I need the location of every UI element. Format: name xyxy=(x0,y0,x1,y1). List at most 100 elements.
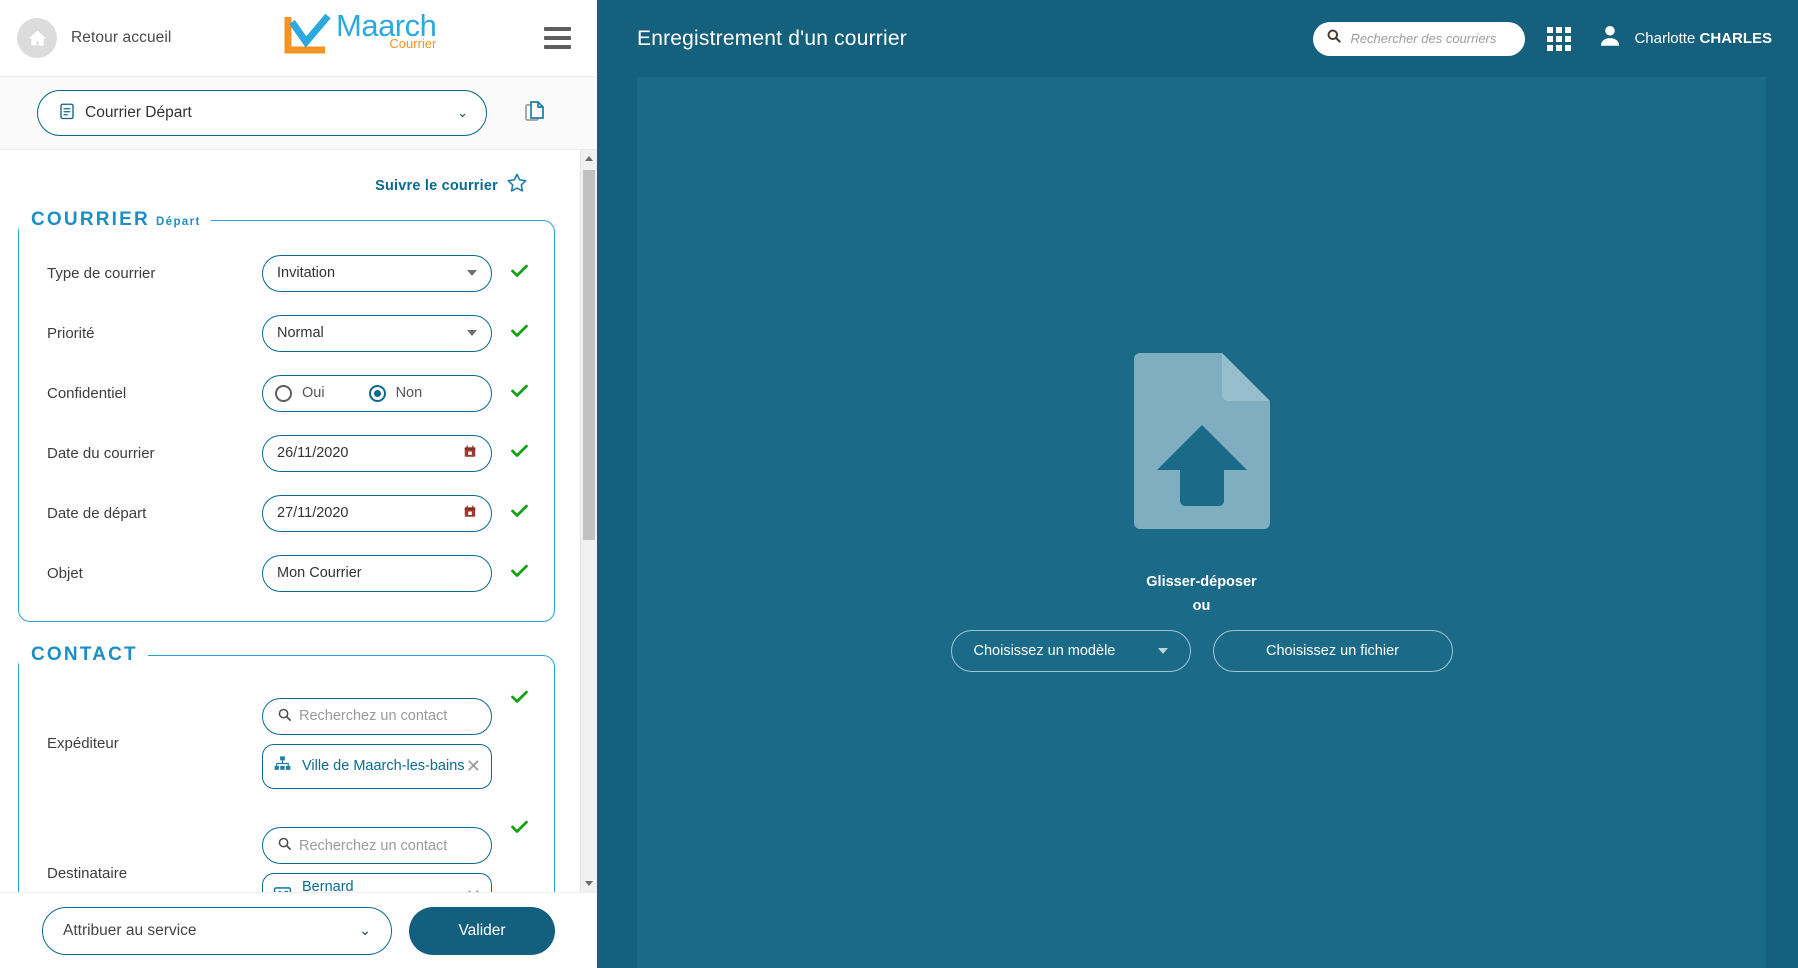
search-placeholder: Rechercher des courriers xyxy=(1350,31,1497,46)
home-button[interactable] xyxy=(17,18,57,58)
close-icon[interactable]: ✕ xyxy=(466,886,481,893)
valid-check-icon xyxy=(509,440,531,466)
search-placeholder: Recherchez un contact xyxy=(299,837,448,854)
chip-label: Ville de Maarch-les-bains xyxy=(302,757,465,774)
user-menu[interactable]: Charlotte CHARLES xyxy=(1597,23,1772,54)
document-panel: Glisser-déposer ou Choisissez un modèle … xyxy=(637,77,1766,968)
valid-check-icon xyxy=(509,560,531,586)
clipboard-list-icon xyxy=(58,102,76,125)
close-icon[interactable]: ✕ xyxy=(466,756,481,777)
field-label: Date du courrier xyxy=(47,444,155,462)
field-priorite: Priorité Normal xyxy=(19,303,544,363)
home-icon xyxy=(27,28,48,49)
attribuer-au-service-select[interactable]: Attribuer au service ⌄ xyxy=(42,906,392,955)
field-label: Confidentiel xyxy=(47,384,127,402)
apps-grid-icon[interactable] xyxy=(1547,26,1572,51)
destinataire-chip[interactable]: Bernard PASCONTENT ✕ xyxy=(262,873,492,892)
left-panel: Retour accueil Maarch Courrier Courrier … xyxy=(0,0,597,968)
valid-check-icon xyxy=(509,500,531,526)
choose-file-button[interactable]: Choisissez un fichier xyxy=(1212,630,1453,672)
scroll-down-arrow[interactable] xyxy=(581,875,597,892)
calendar-icon[interactable] xyxy=(463,504,477,522)
destinataire-search-input[interactable]: Recherchez un contact xyxy=(262,827,492,865)
drop-zone-buttons: Choisissez un modèle Choisissez un fichi… xyxy=(950,630,1453,672)
courrier-type-row: Courrier Départ ⌄ xyxy=(0,77,597,150)
hamburger-menu-icon[interactable] xyxy=(544,27,571,49)
maarch-logo-text: Maarch Courrier xyxy=(336,10,437,50)
section-courrier: COURRIER Départ Type de courrier Invitati… xyxy=(18,209,555,622)
radio-label: Oui xyxy=(302,385,325,401)
field-value: 27/11/2020 xyxy=(277,505,349,521)
field-value: 26/11/2020 xyxy=(277,445,349,461)
chip-label: Bernard PASCONTENT xyxy=(302,879,354,892)
courrier-type-value: Courrier Départ xyxy=(85,104,192,121)
search-icon xyxy=(1326,28,1342,49)
app-root: Retour accueil Maarch Courrier Courrier … xyxy=(0,0,1798,968)
valid-check-icon xyxy=(509,260,531,286)
maarch-logo: Maarch Courrier xyxy=(284,10,437,57)
expediteur-chip[interactable]: Ville de Maarch-les-bains ✕ xyxy=(262,743,492,789)
right-header: Enregistrement d'un courrier Rechercher … xyxy=(597,0,1798,77)
valider-button[interactable]: Valider xyxy=(409,906,555,955)
right-panel: Enregistrement d'un courrier Rechercher … xyxy=(597,0,1798,968)
date-du-courrier-input[interactable]: 26/11/2020 xyxy=(262,434,492,472)
courrier-type-select[interactable]: Courrier Départ ⌄ xyxy=(37,90,487,136)
section-contact: CONTACT Expéditeur Recherchez un contact xyxy=(18,644,555,892)
radio-option-oui[interactable]: Oui xyxy=(275,384,325,402)
user-last-name: CHARLES xyxy=(1699,30,1772,47)
choose-model-label: Choisissez un modèle xyxy=(973,643,1116,659)
search-icon xyxy=(277,707,292,726)
field-label: Date de départ xyxy=(47,504,147,522)
global-search-input[interactable]: Rechercher des courriers xyxy=(1313,21,1526,56)
field-expediteur: Expéditeur Recherchez un contact Ville d… xyxy=(19,678,544,808)
field-date-de-depart: Date de départ 27/11/2020 xyxy=(19,483,544,543)
priorite-select[interactable]: Normal xyxy=(262,314,492,352)
field-label: Expéditeur xyxy=(47,734,119,752)
scroll-up-arrow[interactable] xyxy=(581,150,597,167)
maarch-logo-mark xyxy=(284,13,331,54)
field-type-de-courrier: Type de courrier Invitation xyxy=(19,243,544,303)
service-label: Attribuer au service xyxy=(63,921,197,939)
scrollbar-thumb[interactable] xyxy=(583,170,595,540)
form-scroll-area: Suivre le courrier COURRIER Départ Type d… xyxy=(0,150,597,892)
objet-input[interactable]: Mon Courrier xyxy=(262,554,492,592)
field-objet: Objet Mon Courrier xyxy=(19,543,544,603)
follow-label: Suivre le courrier xyxy=(375,177,498,194)
follow-courrier-row[interactable]: Suivre le courrier xyxy=(18,160,555,203)
field-date-du-courrier: Date du courrier 26/11/2020 xyxy=(19,423,544,483)
search-icon xyxy=(277,836,292,855)
type-de-courrier-select[interactable]: Invitation xyxy=(262,254,492,292)
field-confidentiel: Confidentiel Oui Non xyxy=(19,363,544,423)
left-bottom-bar: Attribuer au service ⌄ Valider xyxy=(0,892,597,968)
caret-down-icon xyxy=(1157,648,1168,654)
page-title: Enregistrement d'un courrier xyxy=(637,26,907,50)
field-value: Invitation xyxy=(277,265,336,281)
field-label: Type de courrier xyxy=(47,264,156,282)
radio-label: Non xyxy=(395,385,423,401)
organization-icon xyxy=(273,754,295,778)
radio-option-non[interactable]: Non xyxy=(368,384,423,402)
form-scrollbar[interactable] xyxy=(580,150,597,892)
valid-check-icon xyxy=(509,816,531,842)
expediteur-search-input[interactable]: Recherchez un contact xyxy=(262,697,492,735)
file-drop-zone[interactable]: Glisser-déposer ou Choisissez un modèle … xyxy=(637,77,1766,968)
search-placeholder: Recherchez un contact xyxy=(299,708,448,724)
copy-documents-icon[interactable] xyxy=(523,99,547,128)
star-outline-icon[interactable] xyxy=(506,172,528,199)
confidentiel-radio-group[interactable]: Oui Non xyxy=(262,374,492,412)
caret-down-icon xyxy=(467,330,477,336)
valid-check-icon xyxy=(509,380,531,406)
radio-dot-on xyxy=(368,384,386,402)
valid-check-icon xyxy=(509,320,531,346)
date-de-depart-input[interactable]: 27/11/2020 xyxy=(262,494,492,532)
user-first-name: Charlotte xyxy=(1634,30,1696,47)
calendar-icon[interactable] xyxy=(463,444,477,462)
section-contact-legend: CONTACT xyxy=(31,644,138,665)
field-label: Destinataire xyxy=(47,864,128,882)
field-destinataire: Destinataire Recherchez un contact Berna… xyxy=(19,808,544,892)
choose-model-button[interactable]: Choisissez un modèle xyxy=(950,630,1191,672)
form-content: Suivre le courrier COURRIER Départ Type d… xyxy=(0,150,597,892)
field-label: Objet xyxy=(47,564,83,582)
drop-zone-title: Glisser-déposer xyxy=(1146,574,1257,590)
user-avatar-icon xyxy=(1597,23,1623,54)
